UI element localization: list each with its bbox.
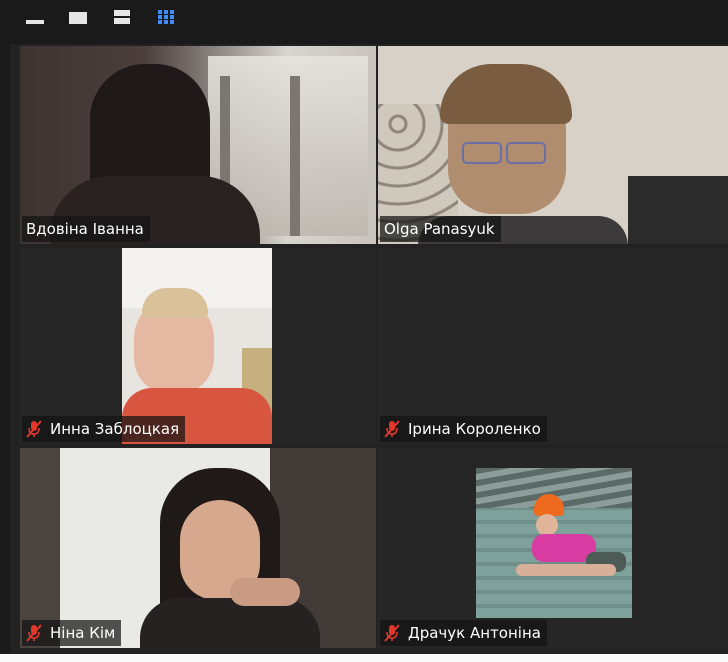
participant-name-tag: Вдовіна Іванна: [22, 216, 150, 242]
participant-video-3: [122, 248, 272, 444]
muted-mic-icon: [26, 624, 42, 642]
participant-video-5: [20, 448, 376, 648]
gallery-view-icon[interactable]: [156, 8, 178, 26]
participant-name-tag: Ніна Кім: [22, 620, 122, 646]
participant-name: Olga Panasyuk: [384, 220, 495, 238]
participant-video-2: [378, 46, 728, 244]
muted-mic-icon: [26, 420, 42, 438]
restore-icon[interactable]: [68, 8, 90, 26]
muted-mic-icon: [384, 624, 400, 642]
window-toolbar: [0, 0, 728, 44]
participant-tile-2[interactable]: Olga Panasyuk: [378, 46, 728, 244]
participant-name-tag: Драчук Антоніна: [380, 620, 547, 646]
participant-tile-5[interactable]: Ніна Кім: [20, 448, 376, 648]
bottom-edge: [0, 654, 728, 662]
speaker-view-icon[interactable]: [112, 8, 134, 26]
participant-name: Вдовіна Іванна: [26, 220, 144, 238]
participant-tile-1[interactable]: Вдовіна Іванна: [20, 46, 376, 244]
minimize-icon[interactable]: [24, 8, 46, 26]
participant-profile-photo: [476, 468, 632, 618]
participant-name-tag: Ірина Короленко: [380, 416, 547, 442]
participant-name: Драчук Антоніна: [408, 624, 541, 642]
left-edge: [0, 44, 10, 654]
participant-name-tag: Инна Заблоцкая: [22, 416, 186, 442]
muted-mic-icon: [384, 420, 400, 438]
participant-name: Ірина Короленко: [408, 420, 541, 438]
participant-tile-6[interactable]: Драчук Антоніна: [378, 448, 728, 648]
gallery-grid: Вдовіна Іванна Olga Panasyuk Инна Заблоц…: [10, 44, 728, 654]
participant-tile-3[interactable]: Инна Заблоцкая: [20, 248, 376, 444]
participant-name-tag: Olga Panasyuk: [380, 216, 501, 242]
participant-video-1: [20, 46, 376, 244]
participant-name: Инна Заблоцкая: [50, 420, 180, 438]
participant-tile-4[interactable]: Ірина Короленко: [378, 248, 728, 444]
participant-name: Ніна Кім: [50, 624, 116, 642]
